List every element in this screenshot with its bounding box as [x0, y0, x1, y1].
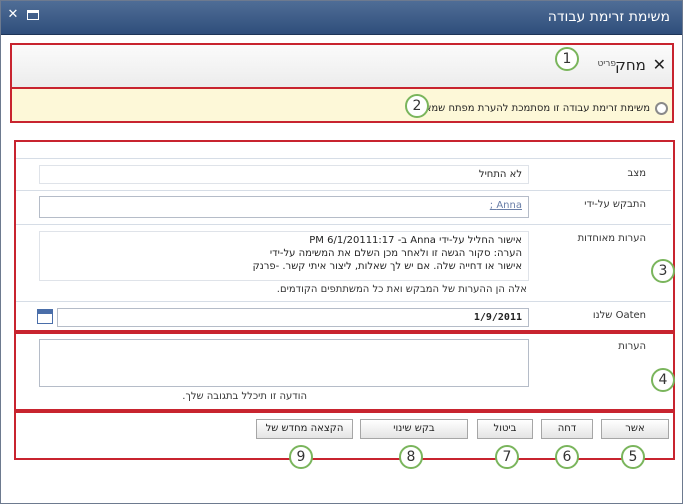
delete-button[interactable]: ✕ מחק — [615, 55, 666, 74]
callout-3: 3 — [651, 259, 675, 283]
consolidated-comments-box: אישור החליל על-ידי Anna ב- 6/1/20111:17 … — [39, 231, 529, 281]
request-change-button[interactable]: בקש שינוי — [360, 419, 468, 439]
calendar-icon[interactable] — [37, 309, 53, 324]
callout-8: 8 — [399, 445, 423, 469]
consolidated-comments-label: הערות מאוחדות — [577, 233, 646, 244]
title-bar: ✕ משימת זרימת עבודה — [1, 1, 682, 35]
comments-hint: הודעה זו תיכלל בתגובה שלך. — [182, 391, 307, 402]
comments-label: הערות — [618, 341, 646, 352]
status-message: משימת זרימת עבודה זו מסתמכת להערת מפתח ש… — [409, 103, 650, 114]
requested-by-field: Anna ; — [39, 196, 529, 218]
reassign-task-button[interactable]: הקצאה מחדש של פעילות — [256, 419, 353, 439]
consolidated-comments-note: אלה הן ההערות של המבקש ואת כל המשתתפים ה… — [276, 284, 527, 295]
callout-2: 2 — [405, 94, 429, 118]
dialog-title: משימת זרימת עבודה — [547, 9, 670, 25]
status-bar: משימת זרימת עבודה זו מסתמכת להערת מפתח ש… — [10, 89, 674, 123]
status-label: מצב — [627, 168, 646, 179]
comments-textarea[interactable] — [39, 339, 529, 387]
callout-1: 1 — [555, 47, 579, 71]
comment-line: אישור או דחייה שלה. אם יש לך שאלות, ליצו… — [252, 261, 522, 272]
delete-label: מחק — [615, 56, 646, 74]
close-icon[interactable]: ✕ — [5, 7, 21, 23]
callout-7: 7 — [495, 445, 519, 469]
callout-9: 9 — [289, 445, 313, 469]
reject-button[interactable]: דחה — [541, 419, 593, 439]
due-date-label: Oaten שלנו — [592, 310, 646, 321]
row-divider — [16, 190, 671, 191]
row-divider — [16, 158, 671, 159]
callout-6: 6 — [555, 445, 579, 469]
due-date-input[interactable]: 1/9/2011 — [57, 308, 529, 327]
tab-item[interactable]: פריט — [597, 59, 616, 69]
maximize-icon[interactable] — [25, 7, 41, 23]
comment-line: אישור החליל על-ידי Anna ב- 6/1/20111:17 … — [309, 235, 522, 246]
comment-line: הערה: סקור הגשה זו ולאחר מכן השלם את המש… — [269, 248, 522, 259]
callout-4: 4 — [651, 368, 675, 392]
delete-icon: ✕ — [652, 55, 666, 74]
approve-button[interactable]: אשר — [601, 419, 669, 439]
status-value: לא התחיל — [39, 165, 529, 184]
row-divider — [16, 224, 671, 225]
workflow-task-dialog: ✕ משימת זרימת עבודה ✕ מחק פריט 1 משימת ז… — [0, 0, 683, 504]
row-divider — [16, 301, 671, 302]
workflow-status-icon — [655, 102, 668, 115]
callout-5: 5 — [621, 445, 645, 469]
requested-by-label: התבקש על-ידי — [584, 199, 646, 210]
cancel-button[interactable]: ביטול — [477, 419, 533, 439]
